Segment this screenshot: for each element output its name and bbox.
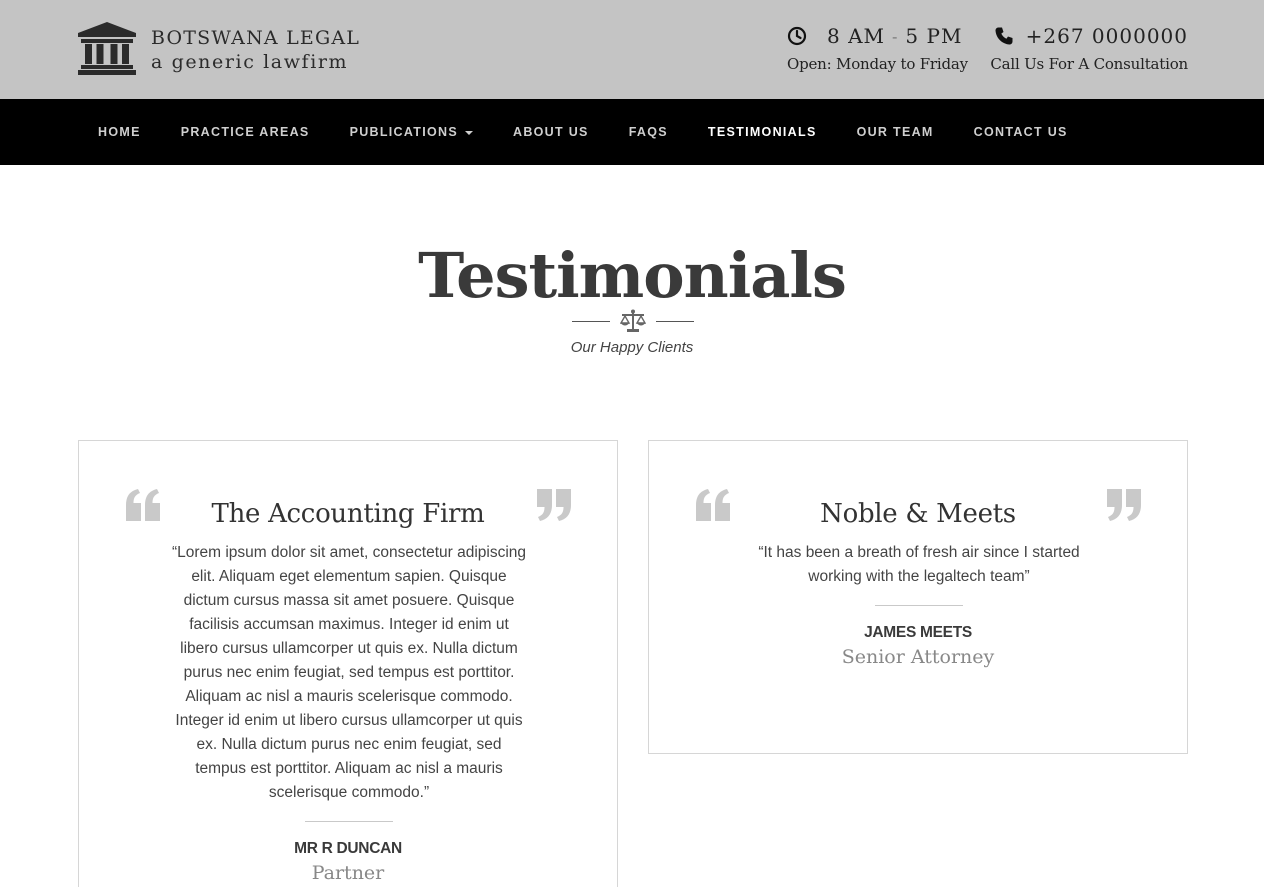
logo-tagline: a generic lawfirm [151, 51, 349, 73]
divider-line-left [572, 321, 610, 322]
hours-separator: - [892, 26, 899, 46]
hours-start: 8 AM [827, 24, 886, 48]
page-title: Testimonials [418, 239, 847, 312]
logo-title: BOTSWANA LEGAL [151, 27, 361, 49]
hours-end: 5 PM [905, 24, 963, 48]
courthouse-icon [78, 22, 136, 75]
testimonial-role: Partner [311, 862, 385, 884]
nav-item-home[interactable]: HOME [78, 125, 161, 139]
testimonial-card: The Accounting Firm “Lorem ipsum dolor s… [78, 440, 618, 887]
testimonial-separator [305, 821, 393, 822]
testimonial-company: Noble & Meets [820, 499, 1016, 529]
title-divider [572, 309, 694, 335]
testimonial-card: Noble & Meets “It has been a breath of f… [648, 440, 1188, 754]
nav-item-faqs[interactable]: FAQS [609, 125, 688, 139]
nav-item-testimonials[interactable]: TESTIMONIALS [688, 125, 837, 139]
scales-icon [620, 309, 646, 332]
nav-item-publications[interactable]: PUBLICATIONS [330, 125, 493, 139]
nav-item-publications-label: PUBLICATIONS [349, 125, 458, 139]
testimonial-quote: “Lorem ipsum dolor sit amet, consectetur… [171, 544, 527, 801]
nav-item-contact-us[interactable]: CONTACT US [954, 125, 1088, 139]
phone-contact[interactable]: +267 0000000 Call Us For A Consultation [990, 22, 1188, 73]
clock-icon [787, 26, 807, 46]
testimonial-author: MR R DUNCAN [294, 840, 402, 857]
testimonial-company: The Accounting Firm [211, 499, 485, 529]
main-nav: HOME PRACTICE AREAS PUBLICATIONS ABOUT U… [0, 99, 1264, 165]
nav-item-about-us[interactable]: ABOUT US [493, 125, 609, 139]
section-subtitle: Our Happy Clients [570, 339, 694, 356]
nav-item-practice-areas[interactable]: PRACTICE AREAS [161, 125, 330, 139]
testimonial-role: Senior Attorney [841, 646, 995, 668]
nav-menu: HOME PRACTICE AREAS PUBLICATIONS ABOUT U… [78, 99, 1088, 165]
testimonial-quote: “It has been a breath of fresh air since… [758, 544, 1080, 585]
hours-days: Open: Monday to Friday [787, 55, 968, 73]
phone-number[interactable]: +267 0000000 [1026, 24, 1188, 48]
phone-icon [995, 27, 1013, 45]
logo-text: BOTSWANA LEGAL a generic lawfirm [151, 26, 360, 74]
nav-item-our-team[interactable]: OUR TEAM [837, 125, 954, 139]
dropdown-caret-icon [465, 130, 473, 135]
testimonial-separator [875, 605, 963, 606]
testimonial-author: JAMES MEETS [864, 624, 972, 641]
office-hours: 8 AM - 5 PM Open: Monday to Friday [787, 22, 968, 73]
logo[interactable]: BOTSWANA LEGAL a generic lawfirm [78, 22, 360, 75]
divider-line-right [656, 321, 694, 322]
phone-caption: Call Us For A Consultation [990, 55, 1188, 73]
top-header: BOTSWANA LEGAL a generic lawfirm 8 AM - … [0, 0, 1264, 99]
